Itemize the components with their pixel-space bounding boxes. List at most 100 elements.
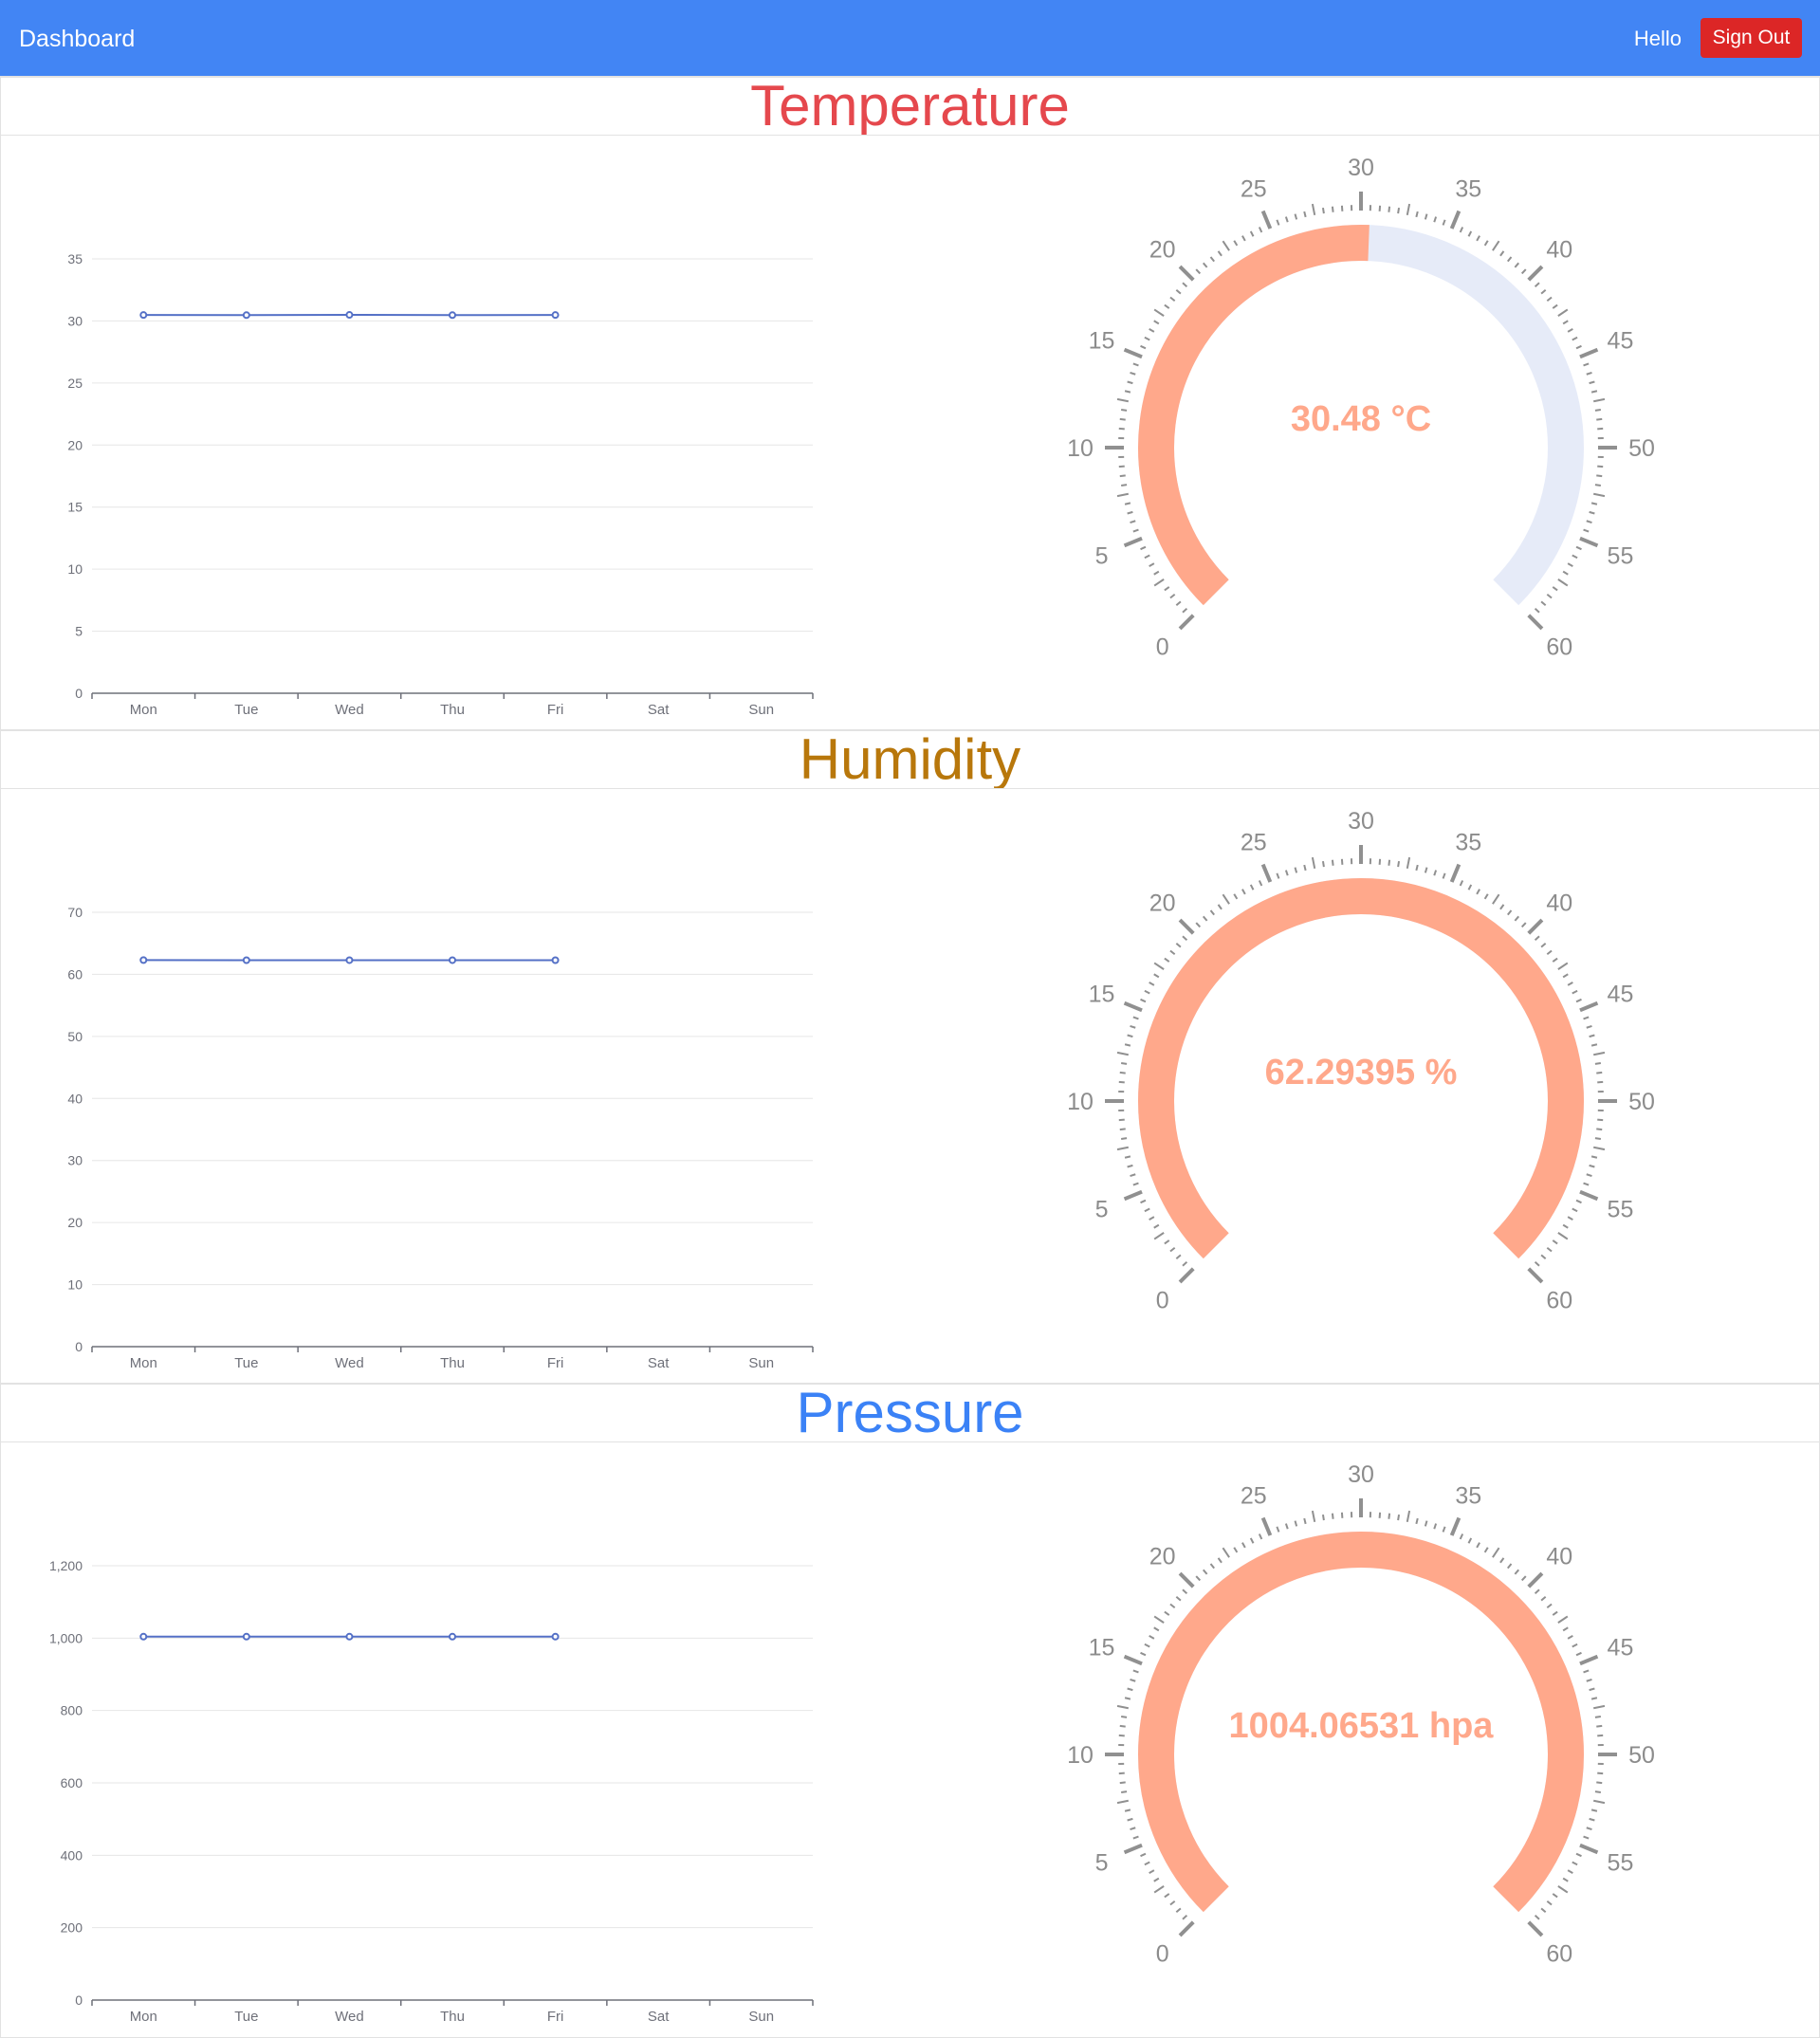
pressure-section: Pressure 02004006008001,0001,200MonTueWe… <box>0 1383 1820 2038</box>
gauge-tick <box>1596 1782 1602 1783</box>
gauge-tick <box>1535 283 1539 286</box>
y-tick-label: 25 <box>67 376 83 391</box>
gauge-tick <box>1251 231 1254 236</box>
gauge-tick <box>1515 916 1518 921</box>
gauge-tick <box>1477 236 1480 241</box>
gauge-tick <box>1515 263 1518 267</box>
x-tick-label: Sun <box>748 702 774 718</box>
gauge-tick <box>1211 1564 1215 1569</box>
dashboard-brand-link[interactable]: Dashboard <box>19 26 135 53</box>
gauge-tick <box>1121 485 1127 486</box>
gauge-tick <box>1416 865 1417 871</box>
gauge-tick <box>1572 1644 1577 1647</box>
gauge-tick <box>1211 910 1215 915</box>
x-tick-label: Fri <box>547 1355 564 1371</box>
user-greeting: Hello <box>1634 27 1682 51</box>
y-tick-label: 50 <box>67 1029 83 1044</box>
gauge-tick <box>1500 1558 1504 1563</box>
y-tick-label: 70 <box>67 905 83 920</box>
data-point <box>450 312 455 318</box>
y-tick-label: 30 <box>67 1153 83 1168</box>
gauge-tick-label: 0 <box>1156 633 1169 660</box>
y-tick-label: 30 <box>67 313 83 328</box>
gauge-tick <box>1259 1534 1262 1539</box>
gauge-tick <box>1587 1026 1592 1028</box>
y-tick-label: 800 <box>61 1703 83 1718</box>
y-tick-label: 20 <box>67 437 83 452</box>
gauge-tick <box>1219 1558 1223 1563</box>
gauge-tick-label: 10 <box>1067 1742 1094 1769</box>
data-point <box>244 958 249 964</box>
gauge-tick-label: 45 <box>1608 982 1634 1008</box>
x-tick-label: Fri <box>547 702 564 718</box>
gauge-tick <box>1277 1527 1278 1533</box>
gauge-tick <box>1584 1670 1590 1672</box>
x-tick-label: Tue <box>234 1355 258 1371</box>
gauge-tick <box>1125 1657 1142 1664</box>
gauge-tick-label: 50 <box>1628 1089 1655 1115</box>
gauge-tick <box>1584 363 1590 365</box>
gauge-tick-label: 15 <box>1089 328 1115 355</box>
gauge-tick <box>1165 1240 1169 1244</box>
gauge-tick <box>1563 1627 1568 1630</box>
gauge-tick <box>1416 1518 1417 1524</box>
gauge-tick <box>1452 865 1460 882</box>
gauge-tick <box>1568 1217 1572 1220</box>
gauge-tick <box>1576 1000 1581 1002</box>
gauge-tick-label: 45 <box>1608 1635 1634 1662</box>
gauge-tick <box>1591 503 1597 504</box>
gauge-tick <box>1553 587 1557 591</box>
gauge-tick <box>1234 1548 1237 1552</box>
gauge-tick <box>1485 1548 1488 1552</box>
gauge-tick <box>1141 1000 1146 1002</box>
y-tick-label: 10 <box>67 561 83 577</box>
gauge-tick <box>1176 1908 1181 1912</box>
gauge-tick <box>1263 865 1271 882</box>
gauge-tick <box>1154 309 1164 316</box>
gauge-tick <box>1296 214 1297 220</box>
x-tick-label: Sat <box>648 702 670 718</box>
y-tick-label: 0 <box>75 1339 83 1354</box>
gauge-tick <box>1434 1524 1436 1530</box>
y-tick-label: 1,000 <box>49 1630 83 1645</box>
gauge-tick <box>1154 974 1159 977</box>
gauge-tick <box>1493 241 1499 250</box>
gauge-tick <box>1176 601 1181 605</box>
y-tick-label: 40 <box>67 1091 83 1106</box>
gauge-tick <box>1547 595 1552 598</box>
gauge-tick <box>1576 346 1581 349</box>
gauge-tick <box>1584 530 1590 532</box>
data-point <box>140 1634 146 1640</box>
gauge-tick <box>1296 868 1297 873</box>
gauge-tick <box>1133 1017 1139 1019</box>
gauge-tick-label: 0 <box>1156 1940 1169 1967</box>
gauge-tick <box>1313 1511 1314 1522</box>
gauge-tick <box>1535 609 1539 613</box>
gauge-tick <box>1133 530 1139 532</box>
gauge-tick <box>1596 475 1602 476</box>
gauge-tick <box>1133 1670 1139 1672</box>
gauge-tick-label: 55 <box>1608 1196 1634 1222</box>
sign-out-button[interactable]: Sign Out <box>1701 18 1802 58</box>
gauge-tick-label: 50 <box>1628 435 1655 462</box>
gauge-tick-label: 35 <box>1455 1483 1481 1510</box>
gauge-tick <box>1572 1862 1577 1864</box>
gauge-tick <box>1468 231 1471 236</box>
gauge-tick <box>1170 1248 1175 1252</box>
y-tick-label: 20 <box>67 1215 83 1230</box>
gauge-tick <box>1304 865 1305 871</box>
gauge-tick <box>1580 1657 1597 1664</box>
gauge-tick <box>1131 1026 1136 1028</box>
gauge-tick <box>1443 1527 1445 1533</box>
gauge-tick <box>1572 338 1577 340</box>
gauge-tick <box>1196 1576 1200 1580</box>
gauge-tick <box>1323 208 1324 213</box>
gauge-tick <box>1595 410 1601 411</box>
humidity-section-title: Humidity <box>1 729 1819 789</box>
gauge-tick <box>1425 1521 1427 1527</box>
gauge-tick <box>1515 1570 1518 1574</box>
gauge-tick <box>1529 1922 1542 1936</box>
gauge-tick-label: 30 <box>1348 1461 1374 1488</box>
gauge-tick <box>1128 1819 1133 1821</box>
gauge-tick <box>1286 1524 1288 1530</box>
